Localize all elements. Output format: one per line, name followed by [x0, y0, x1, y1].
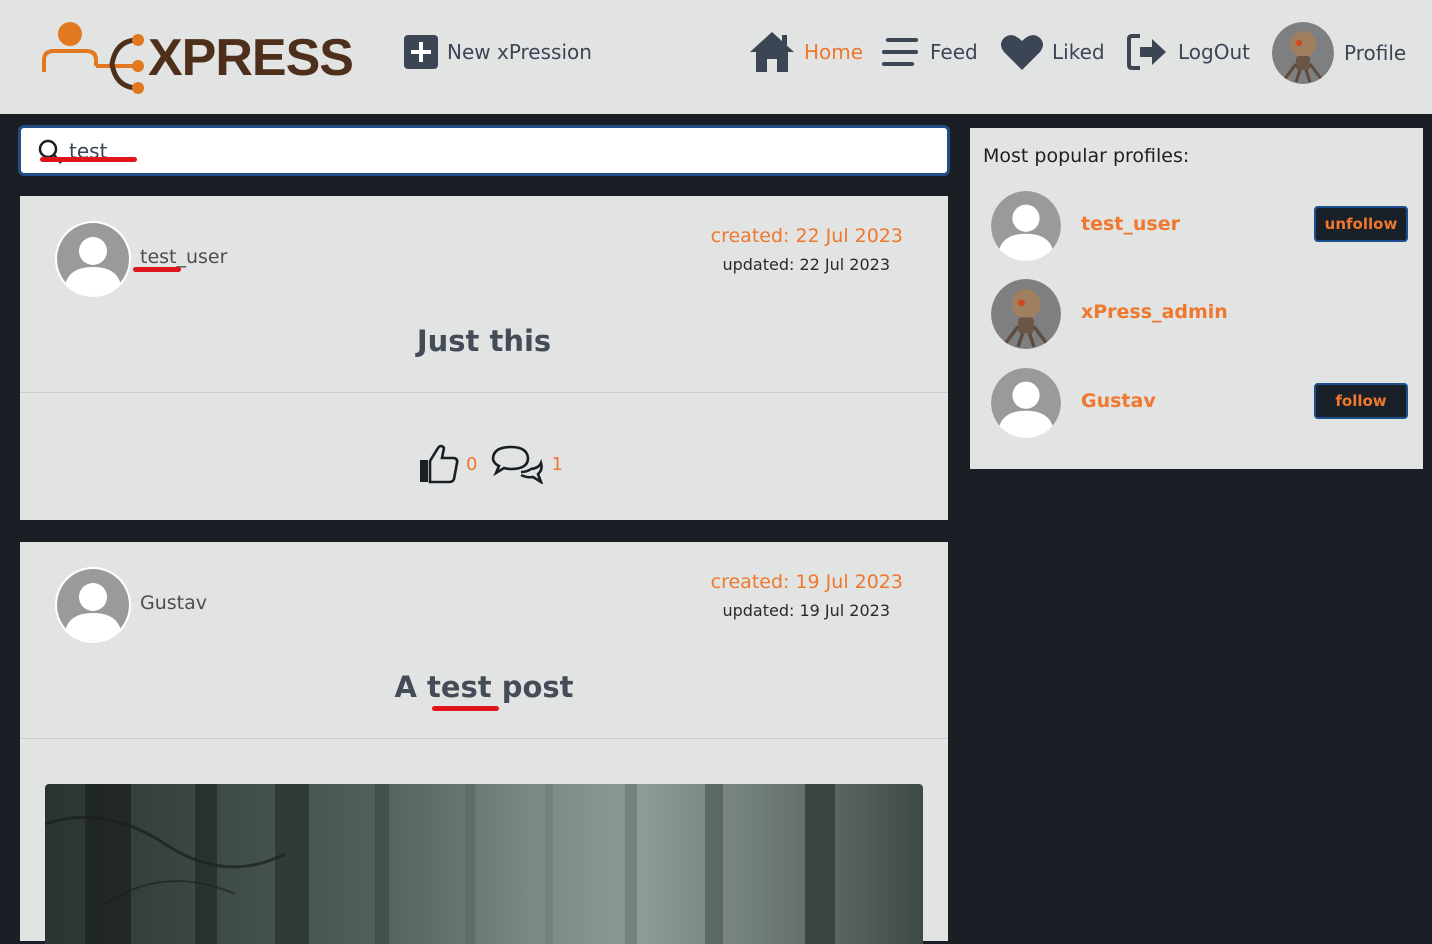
forest-image-icon: [45, 784, 835, 944]
nav-profile[interactable]: Profile: [1272, 22, 1406, 84]
nav-home-label: Home: [804, 40, 864, 64]
comment-count: 1: [551, 453, 563, 475]
post-author-name[interactable]: test_user: [140, 246, 227, 268]
profile-avatar[interactable]: [991, 191, 1061, 261]
robot-avatar-icon: [1272, 22, 1334, 84]
post-card[interactable]: test_user created: 22 Jul 2023 updated: …: [20, 196, 948, 520]
post-image[interactable]: [45, 784, 923, 944]
feed-lines-icon: [882, 38, 918, 66]
user-placeholder-icon: [57, 569, 129, 641]
nav-profile-label: Profile: [1344, 41, 1407, 65]
post-created-date: created: 22 Jul 2023: [710, 225, 903, 247]
like-count: 0: [466, 453, 478, 475]
nav-logout[interactable]: LogOut: [1126, 30, 1250, 74]
profile-name[interactable]: xPress_admin: [1081, 301, 1228, 323]
home-icon: [750, 32, 794, 72]
post-author-name[interactable]: Gustav: [140, 592, 207, 614]
popular-profiles-panel: Most popular profiles: test_user unfollo…: [970, 128, 1423, 469]
comments-icon[interactable]: [491, 444, 545, 484]
post-divider: [20, 738, 948, 739]
nav-home[interactable]: Home: [748, 30, 863, 74]
post-card[interactable]: Gustav created: 19 Jul 2023 updated: 19 …: [20, 542, 948, 944]
post-title-prefix: A: [394, 670, 427, 704]
unfollow-button[interactable]: unfollow: [1314, 206, 1408, 242]
nav-logout-label: LogOut: [1178, 40, 1250, 64]
post-title[interactable]: Just this: [20, 324, 948, 358]
user-placeholder-icon: [57, 223, 129, 295]
profile-avatar: [1272, 22, 1334, 84]
xpress-logo[interactable]: XPRESS: [40, 20, 370, 95]
profile-row: test_user unfollow: [970, 191, 1423, 261]
popular-profiles-title: Most popular profiles:: [983, 145, 1190, 167]
new-xpression-button[interactable]: New xPression: [403, 30, 592, 74]
post-reactions: 0 1: [418, 444, 563, 484]
author-highlight-mark: [133, 267, 181, 272]
nav-liked-label: Liked: [1052, 40, 1105, 64]
top-navbar: XPRESS New xPression Home Feed Liked Log…: [0, 0, 1432, 114]
heart-icon: [1001, 35, 1043, 70]
profile-avatar[interactable]: [991, 279, 1061, 349]
logo-mark-icon: [42, 22, 144, 94]
profile-row: xPress_admin: [970, 279, 1423, 349]
post-divider: [20, 392, 948, 393]
profile-avatar[interactable]: [991, 368, 1061, 438]
profile-name[interactable]: test_user: [1081, 213, 1180, 235]
search-box[interactable]: [18, 125, 950, 176]
user-placeholder-icon: [991, 191, 1061, 261]
post-created-date: created: 19 Jul 2023: [710, 571, 903, 593]
post-title-suffix: post: [491, 670, 574, 704]
user-placeholder-icon: [991, 368, 1061, 438]
title-highlight-mark: [432, 706, 499, 711]
post-author-avatar[interactable]: [55, 221, 131, 297]
follow-button[interactable]: follow: [1314, 383, 1408, 419]
profile-row: Gustav follow: [970, 368, 1423, 438]
robot-avatar-icon: [991, 279, 1061, 349]
post-author-avatar[interactable]: [55, 567, 131, 643]
search-input[interactable]: [69, 137, 929, 165]
nav-feed-label: Feed: [930, 40, 978, 64]
post-title-highlight: test: [426, 670, 492, 704]
nav-liked[interactable]: Liked: [1000, 30, 1105, 74]
post-updated-date: updated: 19 Jul 2023: [722, 601, 890, 620]
profile-name[interactable]: Gustav: [1081, 390, 1156, 412]
plus-square-icon: [404, 35, 438, 69]
new-xpression-label: New xPression: [447, 40, 592, 64]
search-highlight-mark: [40, 157, 137, 162]
post-updated-date: updated: 22 Jul 2023: [722, 255, 890, 274]
logout-icon: [1127, 34, 1166, 70]
nav-feed[interactable]: Feed: [880, 30, 978, 74]
thumbs-up-icon[interactable]: [418, 444, 460, 484]
post-title[interactable]: A test post: [20, 670, 948, 704]
logo-text: XPRESS: [148, 29, 354, 87]
